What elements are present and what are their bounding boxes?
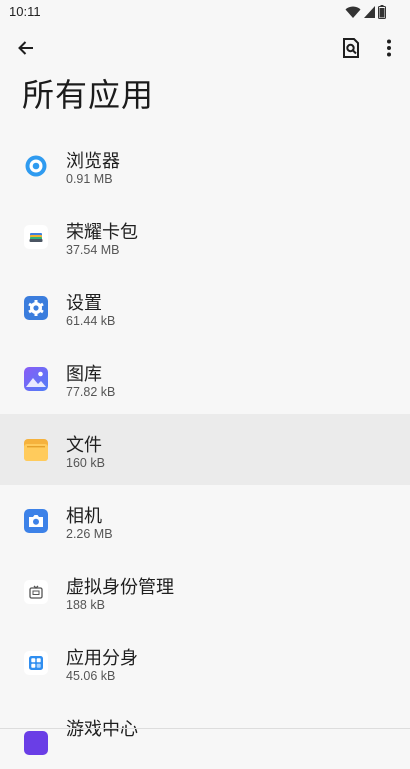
- app-name: 图库: [66, 364, 102, 385]
- status-bar: 10:11: [0, 0, 410, 24]
- app-size: 0.91 MB: [66, 172, 113, 186]
- page-title: 所有应用: [22, 76, 155, 114]
- id-card-icon: [24, 579, 48, 604]
- arrow-back-icon: [18, 41, 33, 55]
- app-clone-icon: [24, 650, 48, 675]
- status-time: 10:11: [9, 4, 41, 19]
- more-vert-icon: [387, 39, 391, 57]
- app-size: 77.82 kB: [66, 385, 116, 399]
- app-name: 相机: [66, 506, 102, 527]
- browser-icon: [24, 154, 48, 178]
- gallery-icon: [24, 366, 48, 391]
- folder-icon: [24, 438, 48, 462]
- camera-icon: [24, 508, 48, 533]
- app-item-browser[interactable]: 浏览器 0.91 MB: [0, 130, 410, 201]
- app-item-camera[interactable]: 相机 2.26 MB: [0, 485, 410, 556]
- app-item-settings[interactable]: 设置 61.44 kB: [0, 272, 410, 343]
- app-item-files[interactable]: 文件 160 kB: [0, 414, 410, 485]
- app-item-app-clone[interactable]: 应用分身 45.06 kB: [0, 627, 410, 698]
- app-name: 浏览器: [66, 151, 120, 172]
- app-size: 45.06 kB: [66, 669, 116, 683]
- search-document-icon: [343, 38, 359, 58]
- app-name: 荣耀卡包: [66, 222, 138, 243]
- app-size: 188 kB: [66, 598, 105, 612]
- search-apps-button[interactable]: [333, 30, 369, 66]
- app-name: 应用分身: [66, 648, 138, 669]
- wallet-icon: [24, 224, 48, 249]
- back-button[interactable]: [8, 30, 44, 66]
- status-icons: [345, 5, 386, 22]
- app-size: 160 kB: [66, 456, 105, 470]
- more-options-button[interactable]: [371, 30, 407, 66]
- game-center-icon: [24, 731, 48, 755]
- app-list: 浏览器 0.91 MB 荣耀卡包 37.54 MB 设置 61.44 kB 图库…: [0, 130, 410, 769]
- app-name: 文件: [66, 435, 102, 456]
- app-size: 2.26 MB: [66, 527, 113, 541]
- app-name: 设置: [66, 293, 102, 314]
- app-size: 61.44 kB: [66, 314, 116, 328]
- wifi-icon: [345, 6, 361, 22]
- battery-icon: [378, 5, 386, 22]
- signal-icon: [364, 6, 375, 21]
- top-app-bar: [0, 28, 410, 68]
- app-item-wallet[interactable]: 荣耀卡包 37.54 MB: [0, 201, 410, 272]
- app-size: 37.54 MB: [66, 243, 120, 257]
- settings-gear-icon: [24, 295, 48, 320]
- app-item-gallery[interactable]: 图库 77.82 kB: [0, 343, 410, 414]
- app-name: 虚拟身份管理: [66, 577, 174, 598]
- app-item-virtual-identity[interactable]: 虚拟身份管理 188 kB: [0, 556, 410, 627]
- app-item-game-center[interactable]: 游戏中心: [0, 698, 410, 769]
